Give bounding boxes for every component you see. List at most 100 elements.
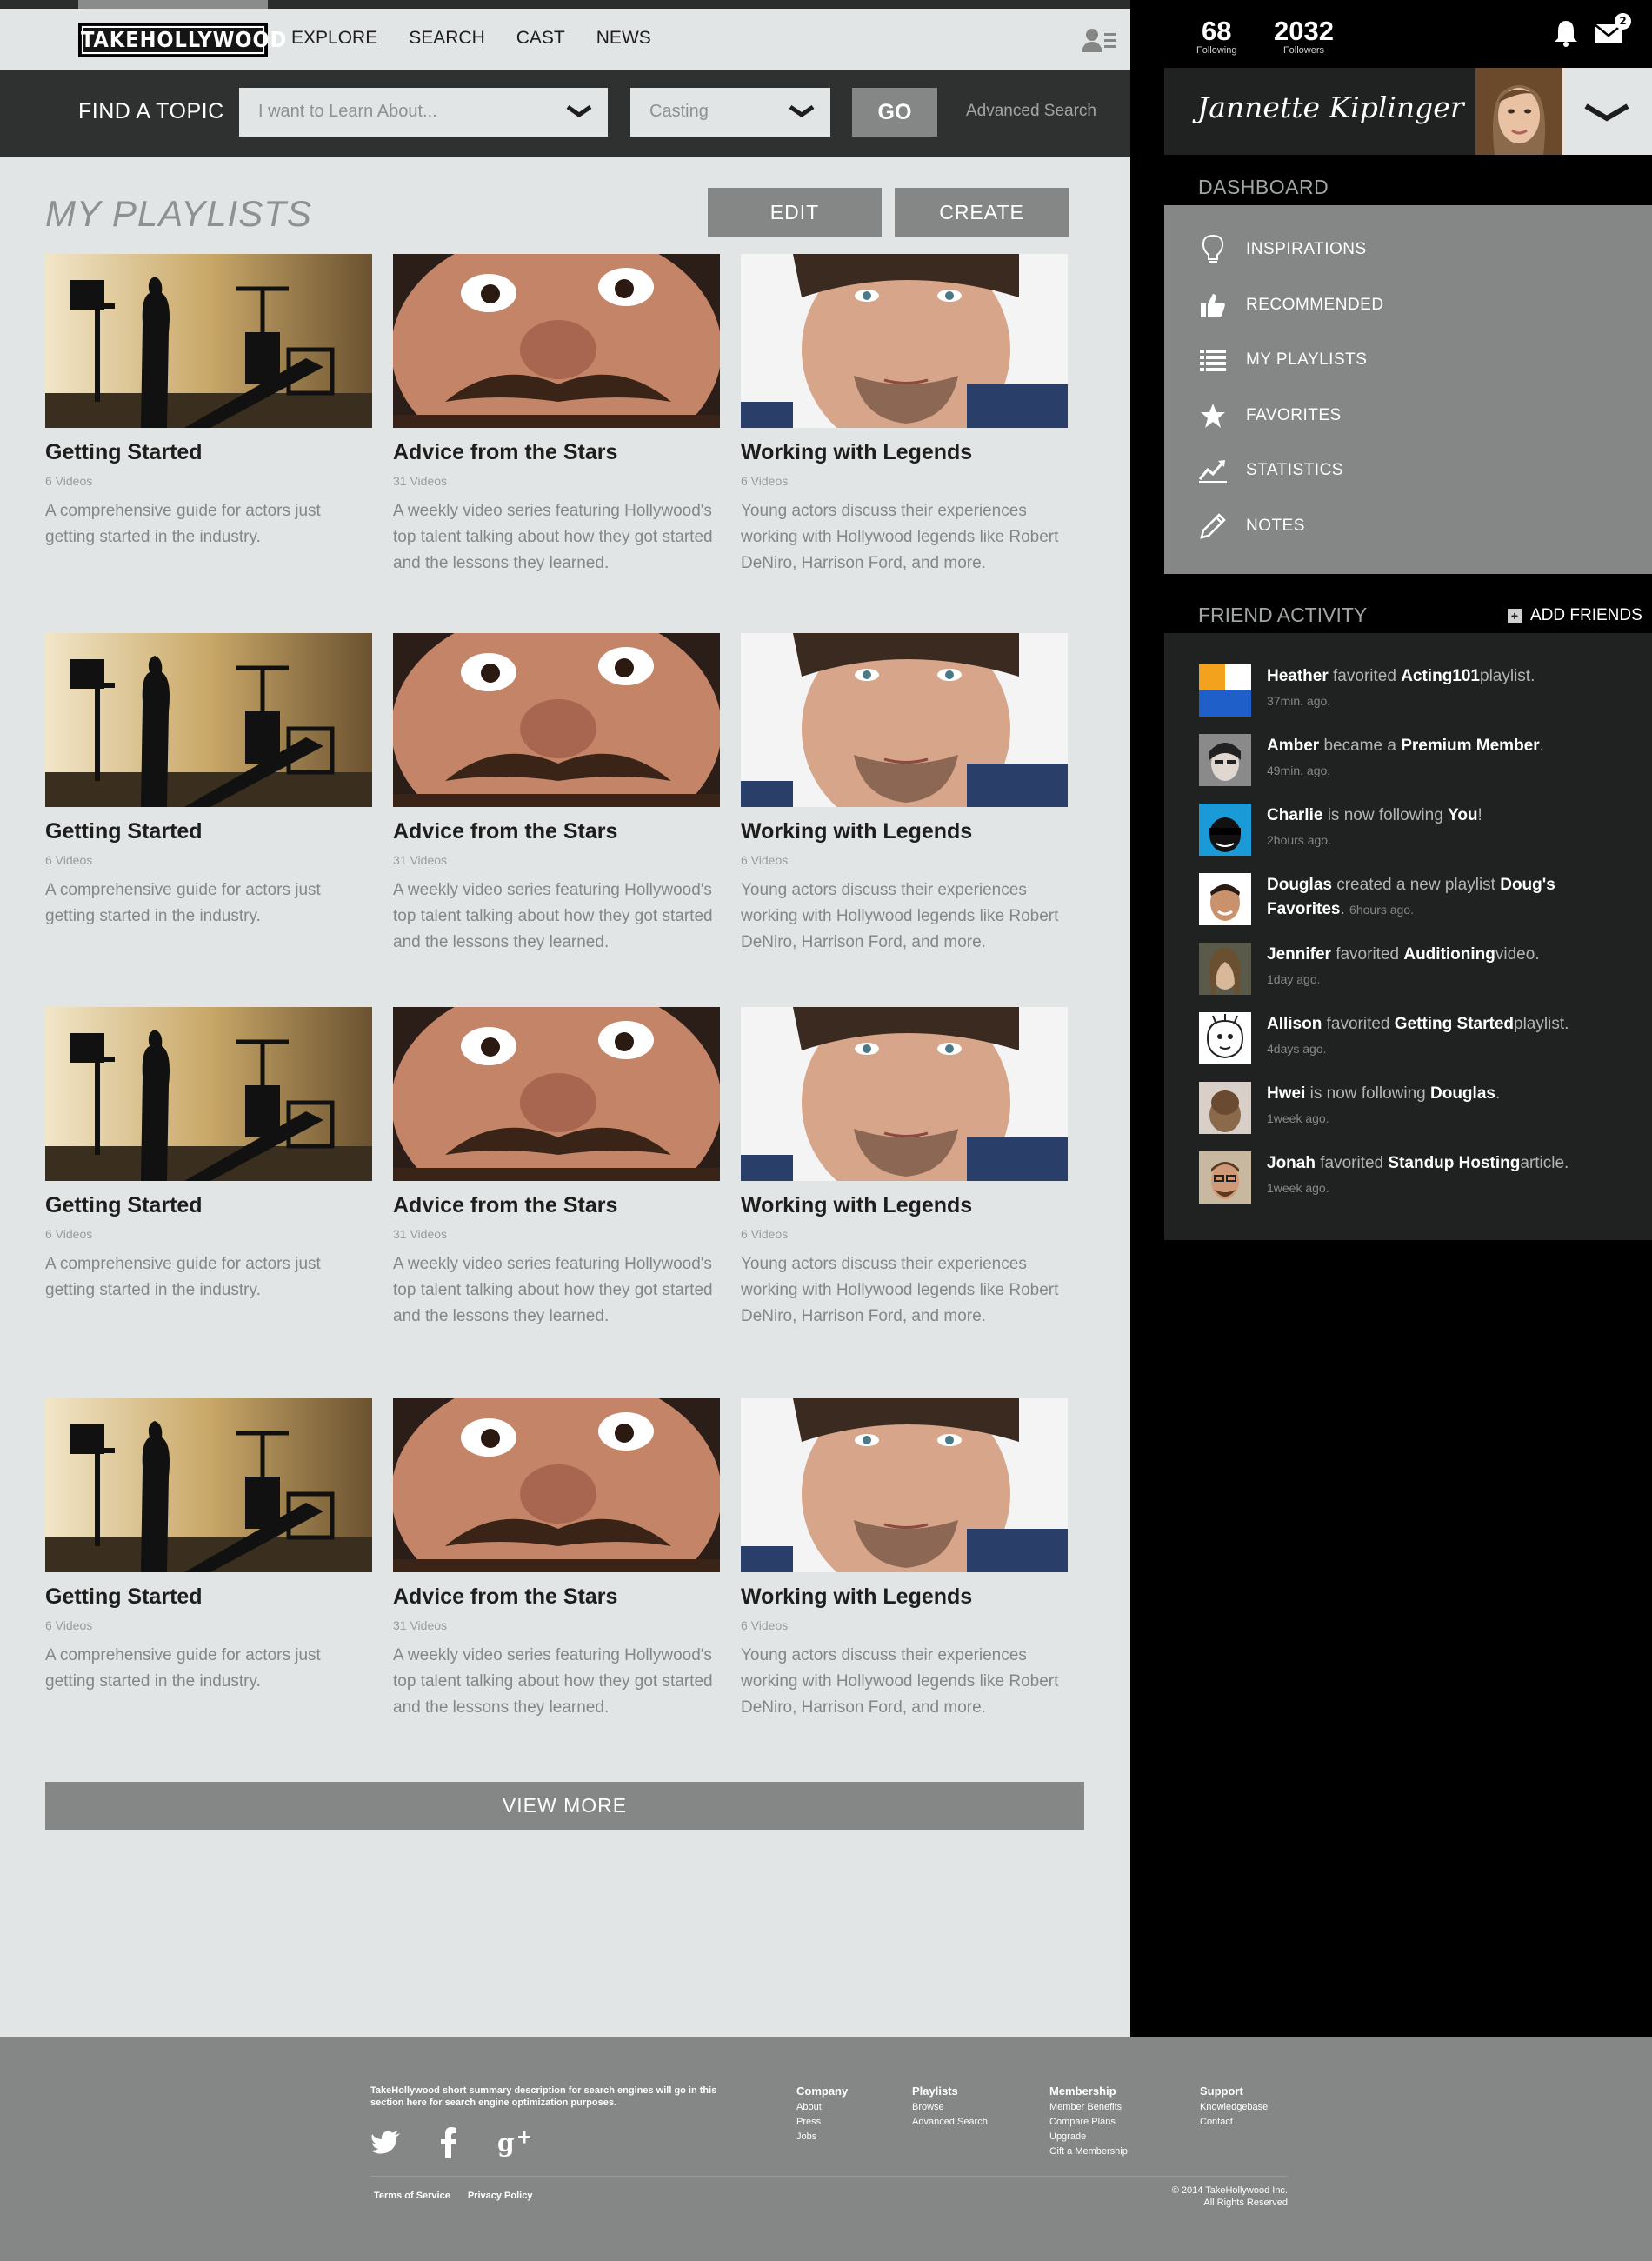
playlist-title[interactable]: Working with Legends [741,440,1068,465]
playlist-thumbnail[interactable] [741,1007,1068,1181]
playlist-title[interactable]: Getting Started [45,1193,372,1218]
dashboard-item-recommended[interactable]: RECOMMENDED [1199,288,1384,323]
activity-user[interactable]: Charlie [1267,806,1322,824]
activity-user[interactable]: Jennifer [1267,945,1331,964]
playlist-title[interactable]: Advice from the Stars [393,1193,720,1218]
activity-target[interactable]: Getting Started [1395,1015,1514,1033]
nav-search[interactable]: SEARCH [409,28,485,49]
activity-user[interactable]: Allison [1267,1015,1322,1033]
avatar[interactable] [1199,1082,1251,1134]
site-logo[interactable]: TAKEHOLLYWOOD [78,23,286,57]
activity-target[interactable]: Acting101 [1401,667,1480,685]
playlist-title[interactable]: Getting Started [45,1584,372,1610]
footer-link[interactable]: Member Benefits [1049,2100,1128,2115]
dashboard-item-notes[interactable]: NOTES [1199,509,1305,544]
facebook-icon[interactable] [440,2127,457,2158]
footer-link[interactable]: Contact [1200,2115,1268,2130]
avatar[interactable] [1199,734,1251,786]
go-button[interactable]: GO [852,88,937,137]
footer-link[interactable]: Browse [912,2100,988,2115]
advanced-search-link[interactable]: Advanced Search [966,102,1096,121]
followers-stat[interactable]: 2032 Followers [1274,16,1334,56]
playlist-thumbnail[interactable] [741,633,1068,807]
dashboard-item-my-playlists[interactable]: MY PLAYLISTS [1199,343,1367,377]
playlist-title[interactable]: Advice from the Stars [393,440,720,465]
playlist-title[interactable]: Getting Started [45,819,372,844]
footer-link[interactable]: Press [796,2115,848,2130]
playlist-card[interactable]: Advice from the Stars 31 Videos A weekly v… [393,633,720,956]
avatar[interactable] [1199,873,1251,925]
playlist-card[interactable]: Working with Legends 6 Videos Young actors… [741,254,1068,577]
topic-select[interactable]: I want to Learn About... [239,88,608,137]
activity-target[interactable]: Premium Member [1401,737,1539,755]
playlist-thumbnail[interactable] [45,1007,372,1181]
playlist-card[interactable]: Working with Legends 6 Videos Young actors… [741,1007,1068,1330]
avatar[interactable] [1199,1151,1251,1204]
playlist-card[interactable]: Working with Legends 6 Videos Young actors… [741,1398,1068,1721]
add-friends-button[interactable]: + ADD FRIENDS [1508,606,1642,625]
edit-button[interactable]: EDIT [708,188,882,237]
bell-icon[interactable] [1553,19,1579,47]
nav-news[interactable]: NEWS [596,28,651,49]
playlist-card[interactable]: Getting Started 6 Videos A comprehensive g… [45,1007,372,1304]
avatar[interactable] [1199,804,1251,856]
privacy-link[interactable]: Privacy Policy [468,2191,533,2201]
user-list-icon[interactable] [1082,26,1116,56]
playlist-thumbnail[interactable] [393,254,720,428]
playlist-card[interactable]: Working with Legends 6 Videos Young actors… [741,633,1068,956]
avatar[interactable] [1199,1012,1251,1064]
dashboard-item-inspirations[interactable]: INSPIRATIONS [1199,232,1367,267]
footer-link[interactable]: Upgrade [1049,2130,1128,2144]
nav-cast[interactable]: CAST [516,28,565,49]
footer-link[interactable]: Jobs [796,2130,848,2144]
playlist-card[interactable]: Getting Started 6 Videos A comprehensive g… [45,254,372,550]
playlist-title[interactable]: Advice from the Stars [393,819,720,844]
playlist-thumbnail[interactable] [45,1398,372,1572]
footer-link[interactable]: About [796,2100,848,2115]
playlist-thumbnail[interactable] [45,254,372,428]
avatar[interactable] [1199,664,1251,717]
activity-user[interactable]: Douglas [1267,876,1332,894]
avatar[interactable] [1199,943,1251,995]
playlist-title[interactable]: Working with Legends [741,1584,1068,1610]
terms-link[interactable]: Terms of Service [374,2191,450,2201]
dashboard-item-statistics[interactable]: STATISTICS [1199,453,1343,488]
activity-target[interactable]: Auditioning [1403,945,1495,964]
activity-user[interactable]: Amber [1267,737,1319,755]
footer-link[interactable]: Knowledgebase [1200,2100,1268,2115]
playlist-title[interactable]: Advice from the Stars [393,1584,720,1610]
playlist-card[interactable]: Advice from the Stars 31 Videos A weekly v… [393,1398,720,1721]
playlist-card[interactable]: Advice from the Stars 31 Videos A weekly v… [393,1007,720,1330]
profile-name[interactable]: Jannette Kiplinger [1197,90,1464,124]
following-stat[interactable]: 68 Following [1196,16,1236,56]
category-select[interactable]: Casting [630,88,830,137]
footer-link[interactable]: Advanced Search [912,2115,988,2130]
avatar[interactable] [1475,68,1562,155]
playlist-card[interactable]: Advice from the Stars 31 Videos A weekly v… [393,254,720,577]
dashboard-item-favorites[interactable]: FAVORITES [1199,398,1342,433]
footer-link[interactable]: Compare Plans [1049,2115,1128,2130]
nav-explore[interactable]: EXPLORE [291,28,377,49]
activity-user[interactable]: Hwei [1267,1084,1305,1103]
playlist-thumbnail[interactable] [393,633,720,807]
playlist-thumbnail[interactable] [45,633,372,807]
playlist-card[interactable]: Getting Started 6 Videos A comprehensive g… [45,633,372,930]
create-button[interactable]: CREATE [895,188,1069,237]
activity-target[interactable]: Douglas [1430,1084,1495,1103]
playlist-title[interactable]: Working with Legends [741,819,1068,844]
activity-user[interactable]: Jonah [1267,1154,1316,1172]
profile-menu-toggle[interactable] [1562,68,1652,155]
google-plus-icon[interactable]: g [497,2127,532,2158]
footer-link[interactable]: Gift a Membership [1049,2144,1128,2159]
playlist-card[interactable]: Getting Started 6 Videos A comprehensive g… [45,1398,372,1695]
activity-target[interactable]: You [1448,806,1477,824]
twitter-icon[interactable] [370,2127,402,2158]
activity-target[interactable]: Standup Hosting [1388,1154,1520,1172]
playlist-thumbnail[interactable] [393,1398,720,1572]
playlist-title[interactable]: Working with Legends [741,1193,1068,1218]
playlist-thumbnail[interactable] [741,1398,1068,1572]
view-more-button[interactable]: VIEW MORE [45,1782,1084,1830]
playlist-thumbnail[interactable] [393,1007,720,1181]
playlist-thumbnail[interactable] [741,254,1068,428]
playlist-title[interactable]: Getting Started [45,440,372,465]
